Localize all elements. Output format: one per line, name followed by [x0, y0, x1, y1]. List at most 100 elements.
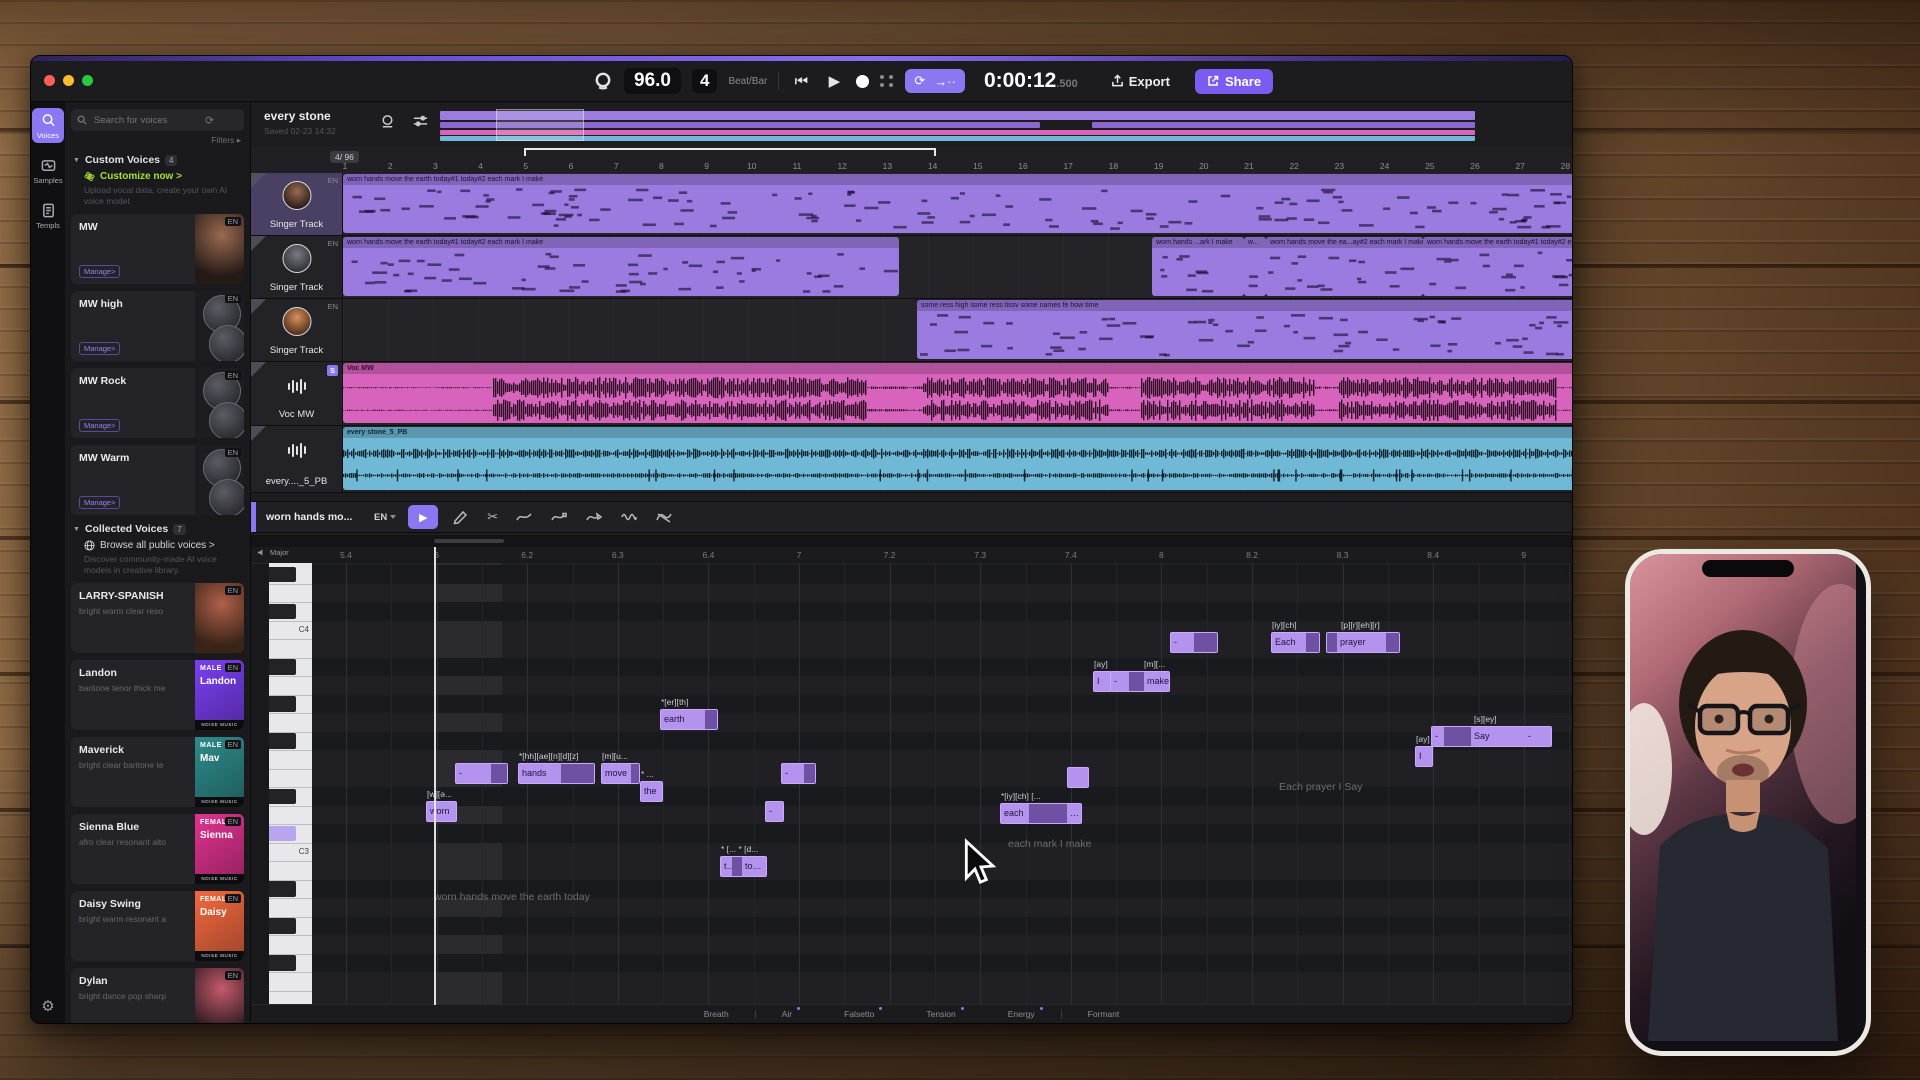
piano-note[interactable]: the* ...	[640, 781, 663, 802]
voice-card[interactable]: LARRY-SPANISHbright warm clear resoEN	[71, 583, 244, 653]
piano-key-black[interactable]	[269, 826, 296, 842]
scissors-tool[interactable]: ✂	[487, 509, 498, 525]
voice-card[interactable]: MW RockManage>EN	[71, 368, 244, 438]
project-title[interactable]: every stone	[264, 109, 331, 123]
record-button[interactable]	[856, 75, 869, 88]
rail-item-samples[interactable]: Samples	[32, 153, 64, 188]
settings-gear-icon[interactable]: ⚙	[41, 997, 54, 1015]
track-header[interactable]: Singer TrackEN	[251, 173, 343, 235]
piano-note[interactable]: move[m][u...	[601, 763, 640, 784]
audio-clip[interactable]: worn hands move the earth today#1 today#…	[343, 237, 899, 296]
loop-mode-toggle[interactable]: ⟳ →··	[905, 69, 965, 93]
track-lane[interactable]: worn hands move the earth today#1 today#…	[343, 236, 1572, 298]
zoom-window-button[interactable]	[82, 75, 93, 86]
piano-note[interactable]: -make[m][...	[1110, 671, 1170, 692]
param-tab-air[interactable]: Air	[756, 1009, 818, 1019]
audio-clip[interactable]: worn hands move the earth today#1 today#…	[343, 174, 1572, 233]
voice-card[interactable]: Sienna Blueafro clear resonant altoENFEM…	[71, 814, 244, 884]
piano-note[interactable]: earth*[er][th]	[660, 709, 718, 730]
segment-play-button[interactable]: ▶	[408, 505, 438, 529]
manage-button[interactable]: Manage>	[79, 496, 120, 509]
track-header[interactable]: Singer TrackEN	[251, 236, 343, 298]
pitch-brush-tool[interactable]	[585, 508, 603, 526]
customize-now-link[interactable]: Customize now >	[84, 171, 242, 182]
piano-keys[interactable]: C4C3	[269, 563, 312, 1005]
filters-link[interactable]: Filters ▸	[74, 135, 241, 146]
grid-options-icon[interactable]	[880, 75, 894, 87]
piano-key-black[interactable]	[269, 789, 296, 805]
manage-button[interactable]: Manage>	[79, 342, 120, 355]
mixer-icon[interactable]	[412, 113, 429, 130]
piano-note[interactable]: I[ay]	[1415, 746, 1433, 767]
voice-search-box[interactable]: ⟳	[71, 109, 244, 131]
param-tab-energy[interactable]: Energy	[982, 1009, 1061, 1019]
pitch-line-tool[interactable]	[515, 508, 533, 526]
piano-note[interactable]: t…to…* [... * [d...	[720, 856, 767, 877]
param-tab-formant[interactable]: Formant	[1062, 1009, 1146, 1019]
loop-range-bracket[interactable]	[524, 148, 936, 157]
track-header[interactable]: Singer TrackEN	[251, 299, 343, 361]
param-tab-tension[interactable]: Tension	[900, 1009, 981, 1019]
piano-key-black[interactable]	[269, 881, 296, 897]
track-lane[interactable]: every stone_5_PB	[343, 426, 1572, 492]
vibrato-tool[interactable]	[620, 508, 638, 526]
piano-note[interactable]: -	[765, 801, 784, 822]
piano-note[interactable]: -	[455, 763, 508, 784]
beats-per-bar-value[interactable]: 4	[692, 69, 717, 93]
audio-clip[interactable]: worn hands move the earth today#1 today#…	[1423, 237, 1572, 296]
piano-note[interactable]: -Say-[s][ey]	[1431, 726, 1552, 747]
track-lane[interactable]: Voc MW	[343, 362, 1572, 425]
rail-item-voices[interactable]: Voices	[32, 108, 64, 143]
audio-clip[interactable]: w...	[1244, 237, 1266, 296]
track-lane[interactable]: worn hands move the earth today#1 today#…	[343, 173, 1572, 235]
piano-key-black[interactable]	[269, 733, 296, 749]
smooth-tool[interactable]	[655, 508, 673, 526]
voice-card[interactable]: MW WarmManage>EN	[71, 445, 244, 515]
playhead-line[interactable]	[434, 547, 436, 1005]
key-signature[interactable]: Major	[257, 548, 289, 557]
piano-note[interactable]: each…*[iy][ch] [...	[1000, 803, 1082, 824]
manage-button[interactable]: Manage>	[79, 265, 120, 278]
param-tab-breath[interactable]: Breath	[678, 1009, 755, 1019]
track-header[interactable]: Voc MWS	[251, 362, 343, 425]
piano-key-black[interactable]	[269, 696, 296, 712]
piano-key-black[interactable]	[269, 955, 296, 971]
piano-roll-scrollbar[interactable]	[251, 535, 1572, 547]
metronome-icon[interactable]	[593, 71, 613, 91]
refresh-icon[interactable]: ⟳	[205, 114, 214, 127]
piano-note[interactable]: Each[iy][ch]	[1271, 632, 1320, 653]
voice-card[interactable]: Maverickbright clear baritone teENMALEMa…	[71, 737, 244, 807]
minimap-viewport[interactable]	[496, 109, 584, 141]
custom-voices-header[interactable]: ▼ Custom Voices 4	[73, 154, 242, 166]
audio-clip[interactable]: worn hands move the ea...ay#2 each mark …	[1266, 237, 1423, 296]
close-window-button[interactable]	[44, 75, 55, 86]
piano-key-black[interactable]	[269, 918, 296, 934]
timeline-ruler[interactable]: 4/ 96 1234567891011121314151617181920212…	[251, 146, 1572, 174]
rail-item-templates[interactable]: Templs	[32, 198, 64, 233]
voice-card[interactable]: Landonbaritone tenor thick meENMALELando…	[71, 660, 244, 730]
audio-clip[interactable]: some ress high some ress tissv some name…	[917, 300, 1572, 359]
skip-to-start-button[interactable]: ⏮	[790, 73, 812, 90]
param-tab-falsetto[interactable]: Falsetto	[818, 1009, 900, 1019]
current-lyric-text[interactable]: worn hands mo...	[266, 511, 374, 523]
overdub-icon[interactable]	[379, 113, 396, 130]
collected-voices-header[interactable]: ▼ Collected Voices 7	[73, 523, 242, 535]
track-header[interactable]: every...._5_PB	[251, 426, 343, 492]
solo-badge[interactable]: S	[327, 365, 338, 376]
piano-note[interactable]: hands*[hh][ae][n][d][z]	[518, 763, 595, 784]
browse-public-voices-link[interactable]: Browse all public voices >	[84, 540, 242, 551]
voice-card[interactable]: Daisy Swingbright warm resonant aENFEMAL…	[71, 891, 244, 961]
arrangement-minimap[interactable]	[440, 109, 1475, 139]
piano-note[interactable]: -	[1170, 632, 1218, 653]
piano-note[interactable]: prayer[p][r][eh][r]	[1326, 632, 1400, 653]
piano-note[interactable]	[1067, 767, 1089, 788]
scrollbar-thumb[interactable]	[434, 539, 504, 543]
share-button[interactable]: Share	[1195, 69, 1273, 94]
minimize-window-button[interactable]	[63, 75, 74, 86]
tempo-value[interactable]: 96.0	[624, 68, 681, 94]
voice-card[interactable]: MWManage>EN	[71, 214, 244, 284]
language-selector[interactable]: EN	[374, 512, 396, 523]
voice-card[interactable]: Dylanbright dance pop sharpEN	[71, 968, 244, 1023]
voice-search-input[interactable]	[92, 114, 200, 127]
pitch-anchor-tool[interactable]	[550, 508, 568, 526]
